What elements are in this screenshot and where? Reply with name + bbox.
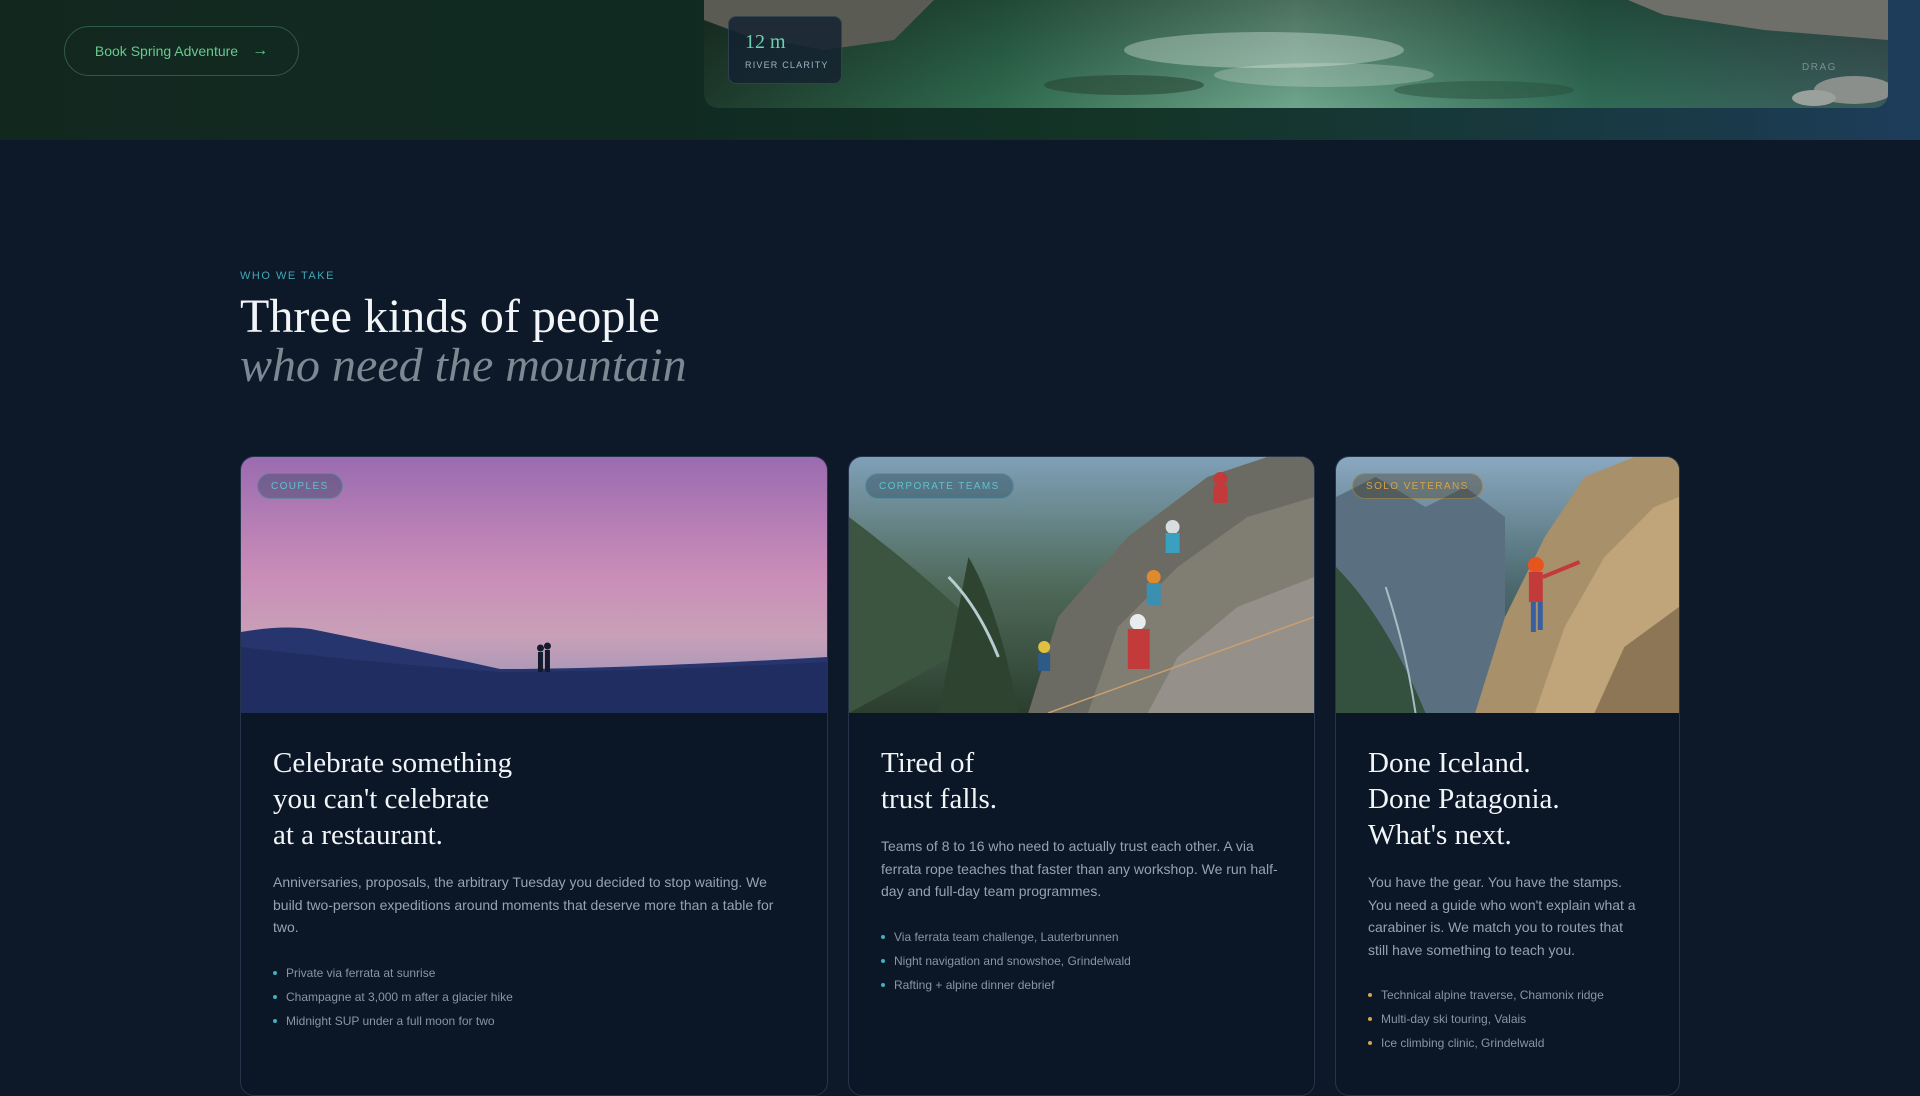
- bullet-dot-icon: [1368, 993, 1372, 997]
- bullet-dot-icon: [881, 934, 885, 939]
- section-title: Three kinds of people who need the mount…: [240, 292, 687, 390]
- card-corporate-teams[interactable]: CORPORATE TEAMS Tired of trust falls. Te…: [848, 456, 1315, 1096]
- drag-hint: DRAG: [1802, 62, 1837, 73]
- river-clarity-stat: 12 m RIVER CLARITY: [728, 16, 842, 84]
- bullet-dot-icon: [273, 1018, 277, 1023]
- stat-label: RIVER CLARITY: [745, 60, 829, 70]
- hero-strip: Book Spring Adventure → 12 m RIVER CLARI…: [0, 0, 1920, 140]
- bullet-dot-icon: [273, 970, 277, 975]
- solo-description: You have the gear. You have the stamps. …: [1368, 874, 1636, 958]
- bullet-dot-icon: [273, 994, 277, 999]
- corporate-title: Tired of trust falls.: [881, 747, 997, 815]
- river-photo-illustration: [704, 0, 1888, 108]
- card-couples[interactable]: COUPLES Celebrate something you can't ce…: [240, 456, 828, 1096]
- couples-photo: COUPLES: [241, 457, 827, 713]
- list-item: Champagne at 3,000 m after a glacier hik…: [273, 985, 795, 1009]
- section-title-line-1: Three kinds of people: [240, 290, 660, 343]
- corporate-badge: CORPORATE TEAMS: [865, 473, 1014, 499]
- solo-photo: SOLO VETERANS: [1336, 457, 1679, 713]
- list-item: Midnight SUP under a full moon for two: [273, 1009, 795, 1033]
- corporate-list: Via ferrata team challenge, Lauterbrunne…: [881, 925, 1282, 997]
- list-item: Technical alpine traverse, Chamonix ridg…: [1368, 983, 1647, 1007]
- stat-value: 12 m: [745, 31, 786, 53]
- river-photo[interactable]: [704, 0, 1888, 108]
- list-item: Rafting + alpine dinner debrief: [881, 973, 1282, 997]
- couples-description: Anniversaries, proposals, the arbitrary …: [273, 874, 774, 935]
- section-title-line-2: who need the mountain: [240, 339, 687, 392]
- list-item: Multi-day ski touring, Valais: [1368, 1007, 1647, 1031]
- corporate-photo: CORPORATE TEAMS: [849, 457, 1314, 713]
- couples-list: Private via ferrata at sunrise Champagne…: [273, 961, 795, 1033]
- bullet-dot-icon: [1368, 1017, 1372, 1021]
- couples-badge: COUPLES: [257, 473, 343, 499]
- couples-title: Celebrate something you can't celebrate …: [273, 747, 513, 851]
- list-item: Night navigation and snowshoe, Grindelwa…: [881, 949, 1282, 973]
- book-button-label: Book Spring Adventure: [94, 43, 239, 59]
- card-solo-veterans[interactable]: SOLO VETERANS Done Iceland. Done Patagon…: [1335, 456, 1680, 1096]
- arrow-right-icon: →: [252, 42, 269, 59]
- bullet-dot-icon: [881, 982, 885, 987]
- list-item: Private via ferrata at sunrise: [273, 961, 795, 985]
- solo-title: Done Iceland. Done Patagonia. What's nex…: [1368, 747, 1560, 851]
- book-spring-adventure-button[interactable]: Book Spring Adventure →: [64, 26, 299, 76]
- list-item: Ice climbing clinic, Grindelwald: [1368, 1031, 1647, 1055]
- corporate-description: Teams of 8 to 16 who need to actually tr…: [881, 838, 1278, 899]
- section-eyebrow: WHO WE TAKE: [240, 270, 335, 282]
- list-item: Via ferrata team challenge, Lauterbrunne…: [881, 925, 1282, 949]
- bullet-dot-icon: [881, 958, 885, 963]
- solo-list: Technical alpine traverse, Chamonix ridg…: [1368, 983, 1647, 1055]
- solo-badge: SOLO VETERANS: [1352, 473, 1483, 499]
- bullet-dot-icon: [1368, 1041, 1372, 1045]
